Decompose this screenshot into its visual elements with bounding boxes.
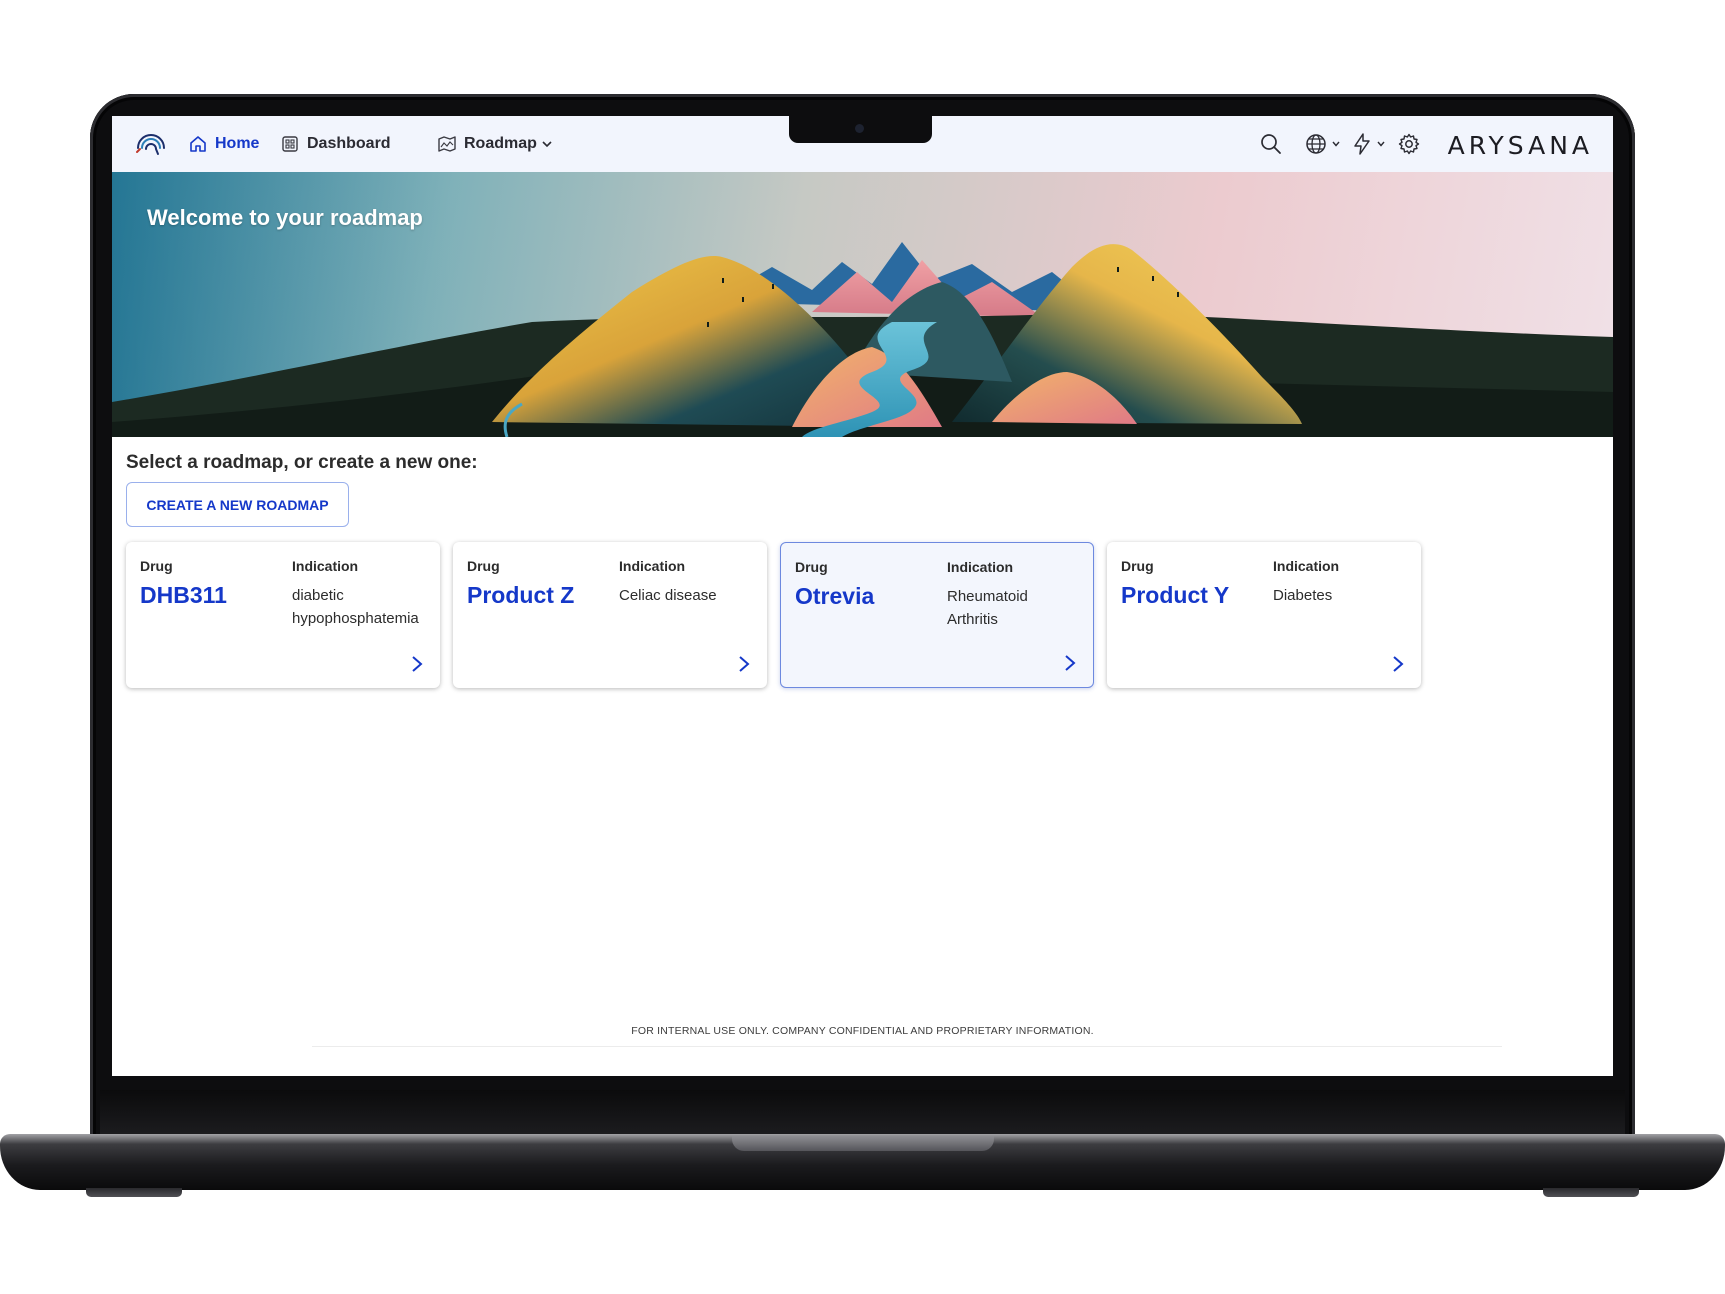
indication-label: Indication [1273,558,1340,574]
select-roadmap-heading: Select a roadmap, or create a new one: [126,452,478,473]
drug-name: Product Z [467,582,575,608]
nav-roadmap[interactable]: Roadmap [437,132,553,156]
chevron-right-icon[interactable] [410,654,424,674]
nav-home[interactable]: Home [188,132,259,156]
indication-value: Diabetes [1273,587,1333,604]
roadmap-card-product-y[interactable]: Drug Indication Product Y Diabetes [1107,542,1421,688]
actions-chevron-icon[interactable] [1376,139,1386,149]
indication-value: Celiac disease [619,587,717,604]
drug-name: Product Y [1121,582,1230,608]
roadmap-card-dhb311[interactable]: Drug Indication DHB311 diabetic hypophos… [126,542,440,688]
drug-name: DHB311 [140,582,227,608]
dashboard-icon [282,136,298,152]
laptop-chin [100,1090,1625,1136]
screen: Home Dashboard Roadmap ARYSANA Welcome t… [112,116,1613,1076]
chevron-down-icon [542,141,552,148]
gear-icon[interactable] [1397,132,1421,156]
hero-title: Welcome to your roadmap [147,205,423,230]
drug-label: Drug [795,559,828,575]
nav-home-label: Home [215,135,260,152]
laptop-foot-right [1543,1188,1639,1197]
chevron-right-icon[interactable] [1063,653,1077,673]
laptop-opening-notch [732,1136,994,1151]
create-new-roadmap-button[interactable]: CREATE A NEW ROADMAP [126,482,349,527]
camera-notch [789,116,932,143]
chevron-right-icon[interactable] [737,654,751,674]
indication-label: Indication [947,559,1014,575]
lightning-icon[interactable] [1350,132,1374,156]
roadmap-icon [438,136,456,152]
hero-banner: Welcome to your roadmap [112,172,1613,437]
drug-label: Drug [1121,558,1154,574]
language-chevron-icon[interactable] [1331,139,1341,149]
indication-value: Rheumatoid Arthritis [947,588,1028,628]
indication-label: Indication [619,558,686,574]
confidentiality-notice: FOR INTERNAL USE ONLY. COMPANY CONFIDENT… [631,1025,1094,1037]
search-icon[interactable] [1259,132,1283,156]
drug-label: Drug [140,558,173,574]
drug-label: Drug [467,558,500,574]
roadmap-card-product-z[interactable]: Drug Indication Product Z Celiac disease [453,542,767,688]
app-logo-icon[interactable] [134,128,168,160]
chevron-right-icon[interactable] [1391,654,1405,674]
nav-roadmap-label: Roadmap [464,135,537,152]
indication-value: diabetic hypophosphatemia [292,587,419,627]
home-icon [190,136,206,152]
nav-dashboard-label: Dashboard [307,135,391,152]
indication-label: Indication [292,558,359,574]
globe-icon[interactable] [1304,132,1328,156]
brand-logo-text: ARYSANA [1447,131,1593,160]
roadmap-card-otrevia[interactable]: Drug Indication Otrevia Rheumatoid Arthr… [780,542,1094,688]
nav-dashboard[interactable]: Dashboard [280,132,391,156]
drug-name: Otrevia [795,583,875,609]
laptop-foot-left [86,1188,182,1197]
footer-divider [312,1046,1502,1047]
